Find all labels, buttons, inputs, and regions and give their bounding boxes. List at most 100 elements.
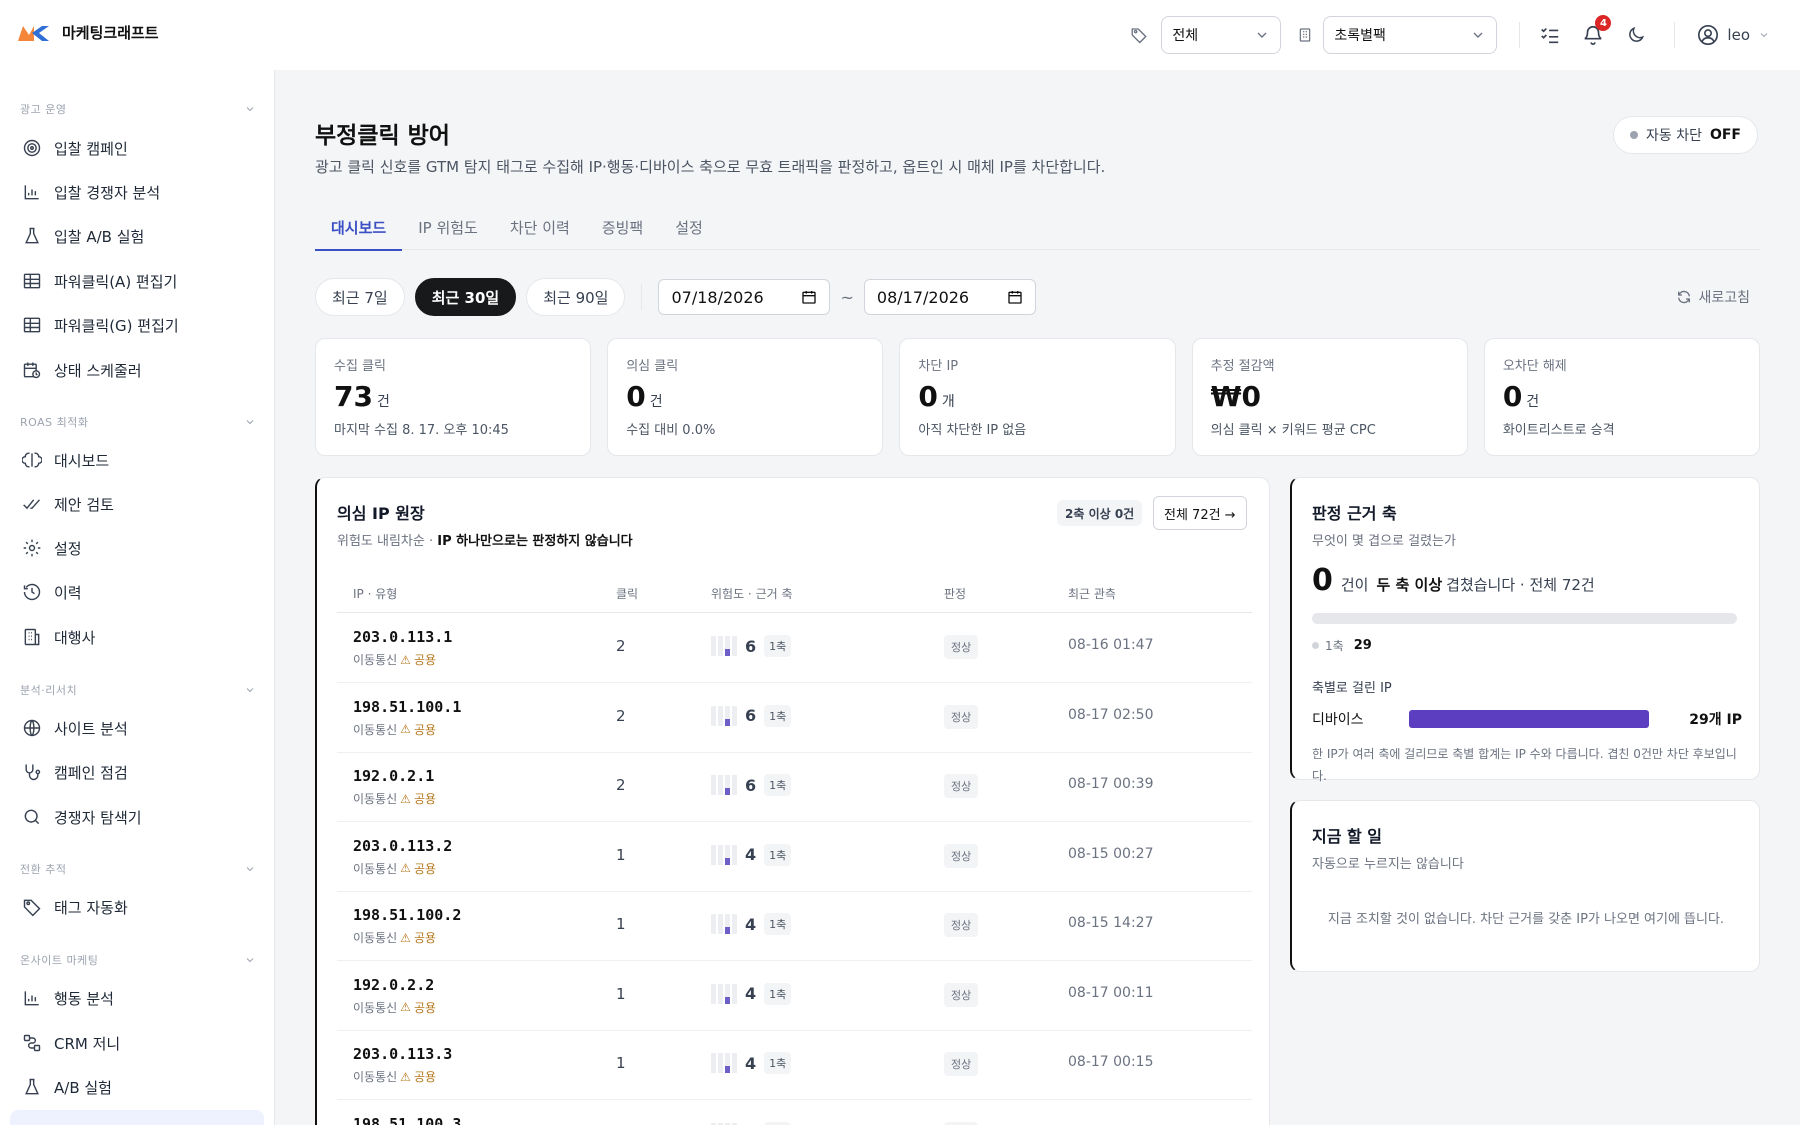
tab-evidence-pack[interactable]: 증빙팩 [586,204,659,250]
column-header[interactable]: 클릭 [616,585,638,602]
brain-icon [22,452,42,468]
filter-select[interactable]: 전체 [1161,16,1282,54]
sidebar-item-behavior[interactable]: 행동 분석 [22,982,262,1014]
sidebar-item-powerclick-a[interactable]: 파워클릭(A) 편집기 [22,265,262,297]
brand[interactable]: 마케팅크래프트 [18,22,159,43]
date-range-separator: ~ [840,287,854,307]
table-row[interactable]: 198.51.100.1 이동통신 ⚠ 공용 2 6 1축 정상 08-17 02:50 [337,683,1252,753]
legend-value: 29 [1353,638,1372,653]
sidebar-item-tag-automation[interactable]: 태그 자동화 [22,891,262,923]
sidebar-item-competitor-explorer[interactable]: 경쟁자 탐색기 [22,801,262,833]
sidebar-item-label: 이력 [54,583,82,602]
table-header: IP · 유형 클릭 위험도 · 근거 축 판정 최근 관측 [337,573,1252,613]
sidebar-item-campaign-check[interactable]: 캠페인 점검 [22,756,262,788]
stat-subtext: 아직 차단한 IP 없음 [918,423,1027,438]
risk-bars [711,775,737,795]
sidebar-group-conversion[interactable]: 전환 추적 [20,861,256,877]
auto-block-toggle[interactable]: 자동 차단 OFF [1612,116,1758,154]
account-select[interactable]: 초록별팩 [1323,16,1498,54]
column-header[interactable]: 최근 관측 [1068,585,1116,602]
sidebar-group-analysis[interactable]: 분석·리서치 [20,682,256,698]
ip-type-label: 이동통신 [353,861,398,876]
table-row[interactable]: 198.51.100.2 이동통신 ⚠ 공용 1 4 1축 정상 08-15 14:27 [337,891,1252,961]
end-date-input[interactable]: 08/17/2026 [863,279,1036,315]
column-header[interactable]: 판정 [944,585,966,602]
sidebar-item-ab-test[interactable]: A/B 실험 [22,1071,262,1103]
divider [641,284,643,310]
table-row[interactable]: 203.0.113.1 이동통신 ⚠ 공용 2 6 1축 정상 08-16 01:47 [337,613,1252,683]
start-date-input[interactable]: 07/18/2026 [658,279,831,315]
axis-chip: 1축 [764,774,792,796]
sidebar-item-powerclick-g[interactable]: 파워클릭(G) 편집기 [22,309,262,341]
table-row[interactable]: 192.0.2.1 이동통신 ⚠ 공용 2 6 1축 정상 08-17 00:39 [337,752,1252,822]
sidebar-group-label: 전환 추적 [20,863,67,876]
tab-dashboard[interactable]: 대시보드 [315,204,403,251]
axis-count: 29개 IP [1689,712,1742,728]
sidebar-item-label: 태그 자동화 [54,898,128,917]
moon-icon[interactable] [1624,23,1648,47]
last-seen: 08-17 00:11 [1068,984,1154,1001]
stat-value: 0 [918,380,938,413]
sidebar-item-site-analysis[interactable]: 사이트 분석 [22,712,262,744]
ip-address: 198.51.100.1 [353,697,462,716]
tab-block-history[interactable]: 차단 이력 [494,204,586,250]
sidebar-item-settings[interactable]: 설정 [22,532,262,564]
axis-label: 디바이스 [1312,712,1364,728]
subtitle-bold: IP 하나만으로는 판정하지 않습니다 [437,534,633,549]
sidebar-item-bid-competitor[interactable]: 입찰 경쟁자 분석 [22,176,262,208]
ip-type: 이동통신 ⚠ 공용 [353,651,436,668]
stat-value: 0 [626,380,646,413]
table-icon [23,273,41,289]
filter-select-value: 전체 [1172,28,1199,44]
sidebar-item-history[interactable]: 이력 [22,576,262,608]
sidebar-item-agency[interactable]: 대행사 [22,621,262,653]
column-header[interactable]: 위험도 · 근거 축 [711,585,793,602]
risk-cell: 6 1축 [711,704,792,727]
risk-bars [711,983,737,1004]
ip-type: 이동통신 ⚠ 공용 [353,860,436,877]
click-count: 1 [616,1054,626,1072]
tab-ip-risk[interactable]: IP 위험도 [402,204,494,250]
sidebar-item-bid-campaign[interactable]: 입찰 캠페인 [22,132,262,164]
sidebar-item-scheduler[interactable]: 상태 스케줄러 [22,354,262,386]
chevron-down-icon [1257,32,1267,38]
user-menu[interactable]: leo [1697,24,1770,46]
table-row[interactable]: 198.51.100.3이동통신⚠공용141축정상08-17 01:14 [337,1100,1252,1125]
table-row[interactable]: 203.0.113.2 이동통신 ⚠ 공용 1 4 1축 정상 08-15 00:27 [337,822,1252,892]
user-avatar-icon [1698,25,1719,45]
sidebar-group-label: 분석·리서치 [20,684,78,697]
sidebar-item-crm-journey[interactable]: CRM 저니 [22,1027,262,1059]
history-icon [23,583,41,601]
brand-name: 마케팅크래프트 [62,24,159,42]
sidebar-item-label: 입찰 A/B 실험 [54,227,145,246]
view-all-button[interactable]: 전체 72건 → [1153,496,1247,530]
table-row[interactable]: 192.0.2.2 이동통신 ⚠ 공용 1 4 1축 정상 08-17 00:11 [337,961,1252,1031]
account-select-value: 초록별팩 [1334,28,1386,44]
sidebar-group-ad-ops[interactable]: 광고 운영 [20,101,256,117]
tab-settings[interactable]: 설정 [659,204,719,250]
sidebar: 광고 운영 입찰 캠페인 입찰 경쟁자 분석 입찰 A/B 실험 파워클릭(A)… [0,70,275,1125]
status-dot [1629,131,1638,139]
sidebar-item-proposal-review[interactable]: 제안 검토 [22,488,262,520]
sidebar-item-label: 파워클릭(G) 편집기 [54,316,179,335]
range-30d-button[interactable]: 최근 30일 [414,278,517,316]
risk-score: 4 [745,914,757,934]
range-7d-button[interactable]: 최근 7일 [315,278,405,316]
column-header[interactable]: IP · 유형 [353,585,397,602]
verdict-badge: 정상 [944,774,979,798]
sidebar-item-bid-ab[interactable]: 입찰 A/B 실험 [22,220,262,252]
sidebar-group-onsite[interactable]: 온사이트 마케팅 [20,952,256,968]
sidebar-item-dashboard[interactable]: 대시보드 [22,444,262,476]
checklist-icon[interactable] [1538,23,1562,47]
calendar-clock-icon [23,362,41,379]
risk-bars [711,636,737,656]
bell-icon[interactable]: 4 [1581,15,1612,47]
ip-type-label: 이동통신 [353,1000,398,1015]
ip-type: 이동통신 ⚠ 공용 [353,929,436,946]
chevron-down-icon [246,867,254,872]
warning-icon: ⚠ [400,930,411,945]
sidebar-group-roas[interactable]: ROAS 최적화 [20,414,256,430]
table-row[interactable]: 203.0.113.3 이동통신 ⚠ 공용 1 4 1축 정상 08-17 00:15 [337,1030,1252,1100]
refresh-button[interactable]: 새로고침 [1676,287,1760,307]
range-90d-button[interactable]: 최근 90일 [526,278,626,316]
